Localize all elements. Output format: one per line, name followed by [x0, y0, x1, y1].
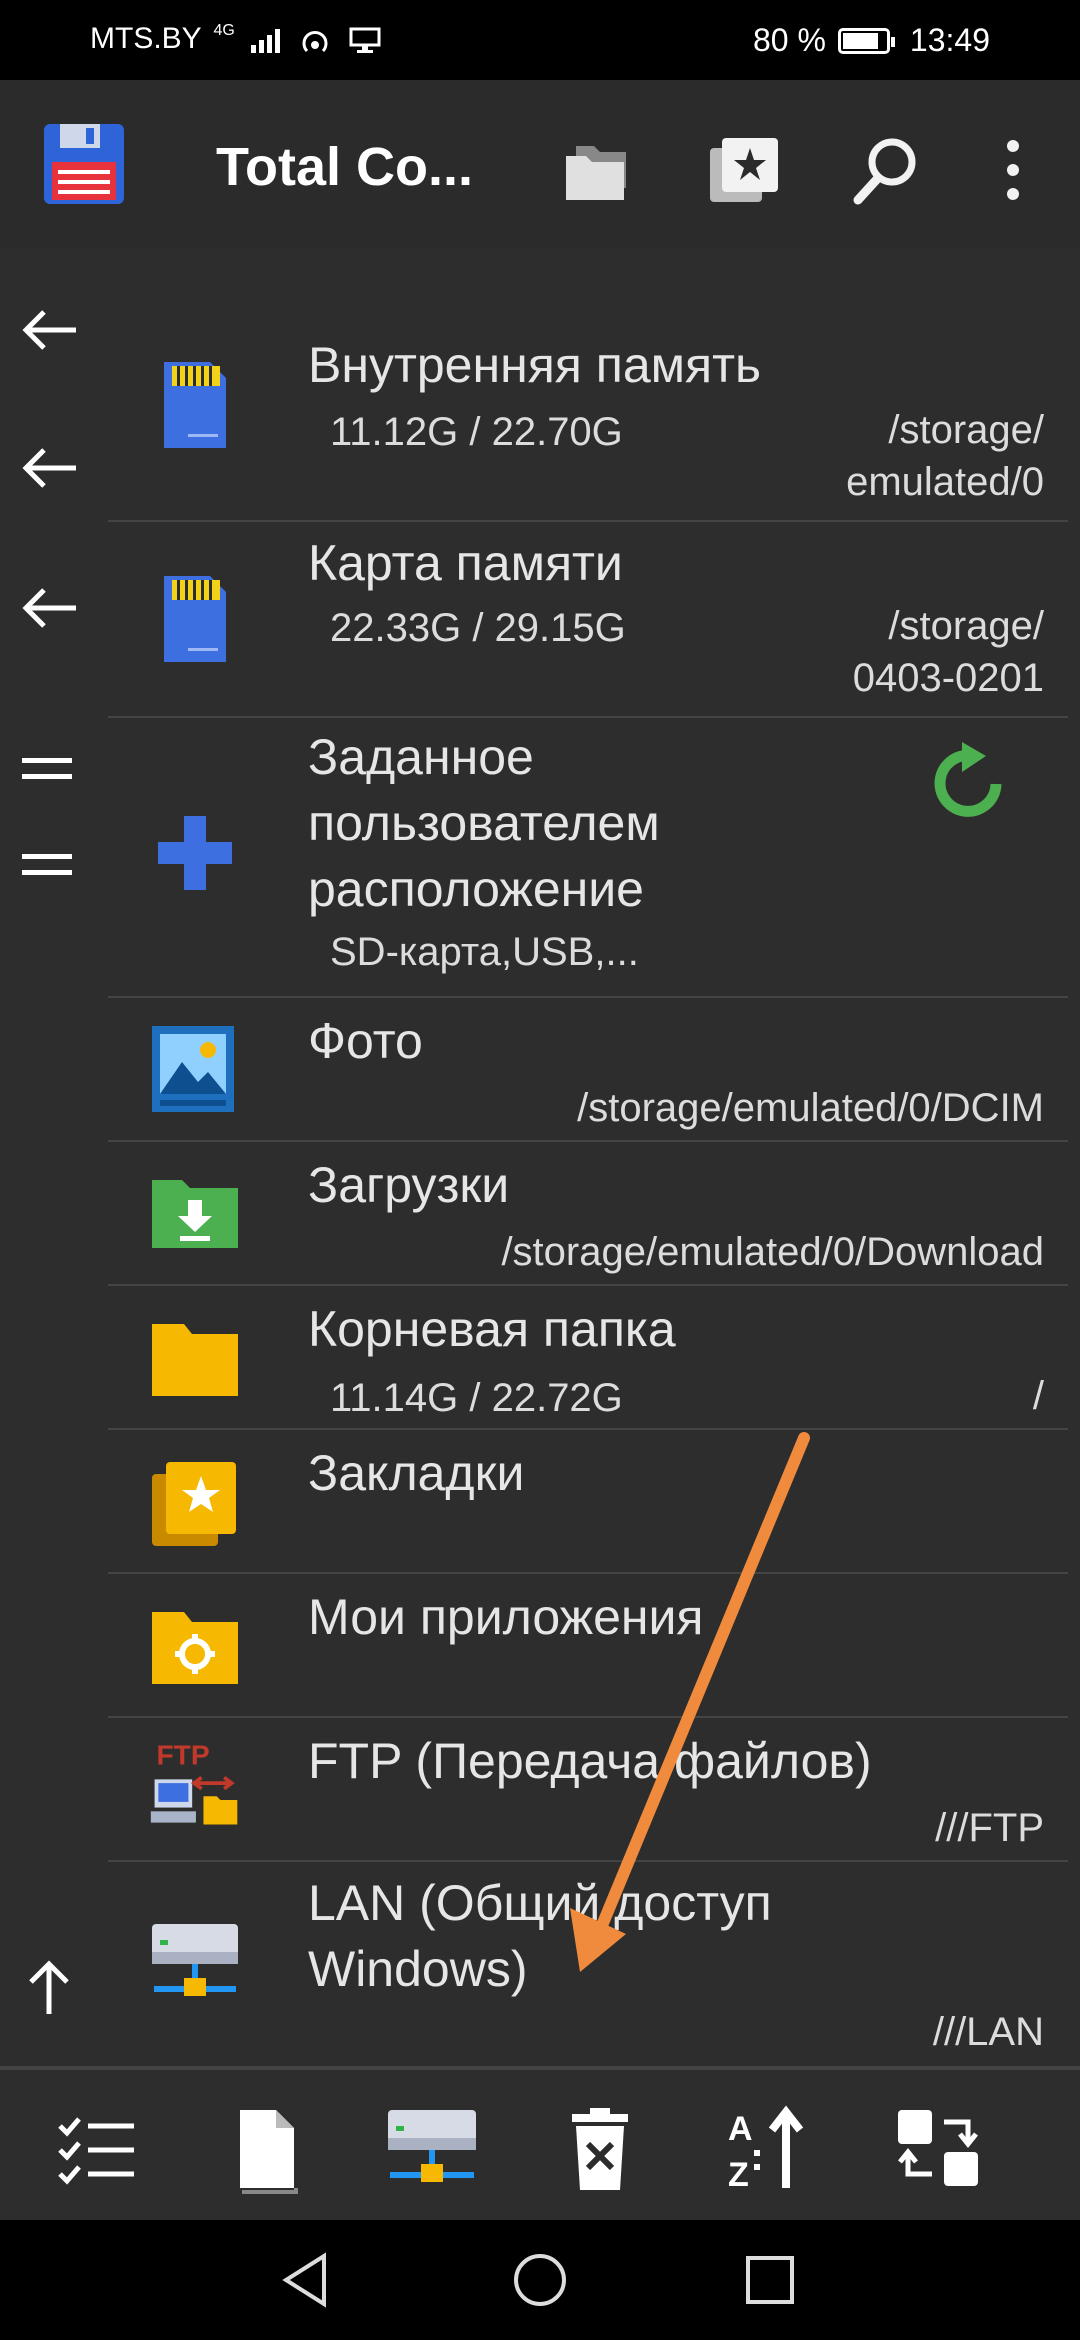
location-custom[interactable]: Заданное пользователем расположение SD-к… [108, 718, 1068, 998]
location-list: Внутренняя память 11.12G / 22.70G /stora… [0, 248, 1080, 2066]
arrow-up-icon[interactable] [14, 1958, 84, 2018]
location-path: /storage/ emulated/0 [846, 408, 1044, 504]
add-location-icon [158, 816, 232, 890]
location-ftp[interactable]: FTP FTP (Передача файлов) ///FTP [108, 1718, 1068, 1862]
sd-card-icon [164, 362, 226, 448]
refresh-icon[interactable] [924, 738, 1014, 828]
location-name: Закладки [308, 1445, 525, 1501]
svg-text:FTP: FTP [156, 1738, 209, 1770]
lan-icon [152, 1924, 238, 1996]
location-sd-card[interactable]: Карта памяти 22.33G / 29.15G /storage/ 0… [108, 520, 1068, 718]
battery-icon [837, 27, 895, 54]
status-right: 80 % 13:49 [753, 22, 990, 59]
system-nav-bar [0, 2220, 1080, 2340]
location-name: FTP (Передача файлов) [308, 1733, 872, 1789]
app-title: Total Co... [216, 137, 473, 197]
svg-text:Z: Z [728, 2156, 749, 2194]
location-lan[interactable]: LAN (Общий доступ Windows) ///LAN [108, 1862, 1068, 2066]
location-name: Фото [308, 1013, 423, 1069]
app-bar: Total Co... [0, 80, 1080, 248]
location-root[interactable]: Корневая папка 11.14G / 22.72G / [108, 1286, 1068, 1430]
new-file-icon[interactable] [218, 2100, 314, 2196]
bookmarks-icon [152, 1462, 236, 1546]
status-left: MTS.BY 4G [90, 22, 381, 56]
folder-icon [152, 1324, 238, 1396]
bottom-toolbar: A Z [0, 2066, 1080, 2220]
carrier-label: MTS.BY [90, 22, 202, 55]
location-photo[interactable]: Фото /storage/emulated/0/DCIM [108, 998, 1068, 1142]
location-subtitle: SD-карта,USB,... [330, 930, 639, 974]
photo-icon [152, 1026, 234, 1112]
svg-text:A: A [728, 2110, 753, 2148]
network-type: 4G [213, 22, 235, 39]
hotspot-icon [302, 31, 328, 53]
location-path: /storage/emulated/0/Download [501, 1230, 1044, 1274]
apps-folder-icon [152, 1612, 238, 1684]
home-icon[interactable] [510, 2250, 570, 2310]
delete-icon[interactable] [552, 2100, 648, 2196]
location-name: LAN (Общий доступ Windows) [308, 1875, 772, 1997]
signal-icon [251, 27, 281, 54]
ftp-icon: FTP [150, 1738, 238, 1825]
sd-card-icon [164, 576, 226, 662]
location-path: /storage/emulated/0/DCIM [577, 1086, 1044, 1130]
back-icon[interactable] [278, 2250, 338, 2310]
clock: 13:49 [909, 22, 990, 58]
location-name: Внутренняя память [308, 337, 762, 393]
location-my-apps[interactable]: Мои приложения [108, 1574, 1068, 1718]
sort-icon[interactable]: A Z [720, 2100, 816, 2196]
location-name: Мои приложения [308, 1589, 704, 1645]
network-icon[interactable] [384, 2100, 480, 2196]
arrow-left-icon[interactable] [14, 578, 84, 638]
search-icon[interactable] [848, 132, 924, 208]
location-downloads[interactable]: Загрузки /storage/emulated/0/Download [108, 1142, 1068, 1286]
battery-percent: 80 % [752, 22, 826, 58]
arrow-left-icon[interactable] [14, 300, 84, 360]
swap-panels-icon[interactable] [890, 2100, 986, 2196]
select-icon[interactable] [48, 2100, 144, 2196]
location-path: / [1032, 1374, 1044, 1418]
location-name: Корневая папка [308, 1301, 676, 1357]
status-bar: MTS.BY 4G 80 % 13:49 [0, 0, 1080, 80]
location-path: ///FTP [935, 1806, 1044, 1850]
location-size: 11.12G / 22.70G [330, 410, 623, 454]
menu-icon[interactable] [14, 742, 84, 802]
location-name: Загрузки [308, 1157, 510, 1213]
monitor-icon [349, 27, 381, 54]
recents-icon[interactable] [740, 2250, 800, 2310]
location-name: Карта памяти [308, 535, 623, 591]
arrow-left-icon[interactable] [14, 438, 84, 498]
location-size: 11.14G / 22.72G [330, 1376, 623, 1420]
menu-icon[interactable] [14, 838, 84, 898]
download-folder-icon [152, 1180, 238, 1248]
location-bookmarks[interactable]: Закладки [108, 1430, 1068, 1574]
location-size: 22.33G / 29.15G [330, 606, 626, 650]
location-path: /storage/ 0403-0201 [852, 604, 1044, 700]
more-vert-icon[interactable] [978, 132, 1048, 208]
folders-icon[interactable] [562, 132, 638, 208]
save-icon[interactable] [42, 122, 126, 206]
bookmarks-icon[interactable] [706, 132, 782, 208]
location-internal-memory[interactable]: Внутренняя память 11.12G / 22.70G /stora… [108, 248, 1068, 522]
location-name: Заданное пользователем расположение [308, 729, 660, 917]
location-path: ///LAN [932, 2010, 1044, 2054]
